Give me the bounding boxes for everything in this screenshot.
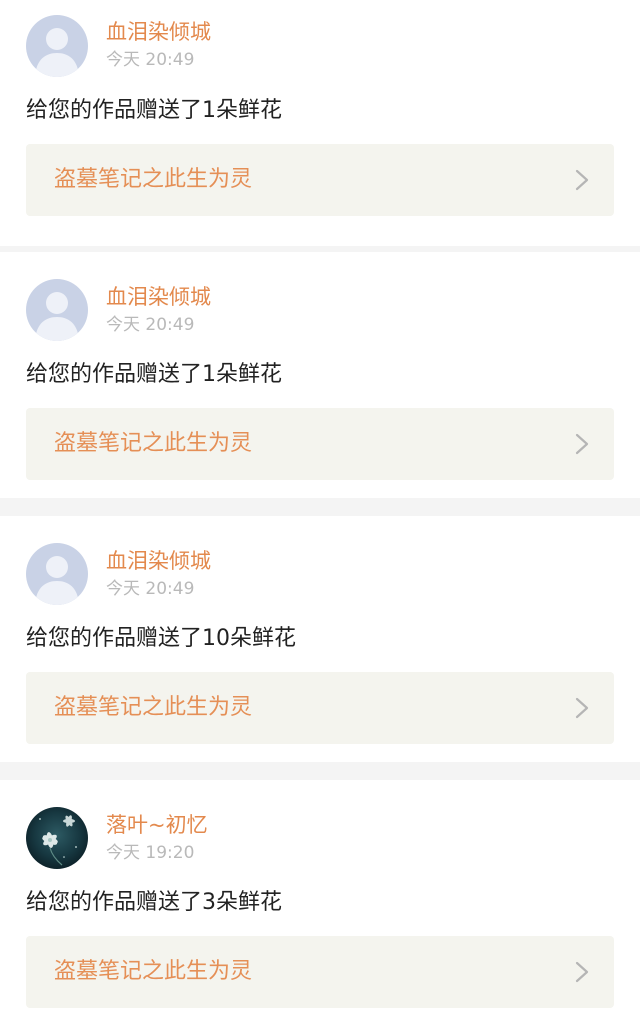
work-link[interactable]: 盗墓笔记之此生为灵 [26,672,614,744]
notification-feed: 血泪染倾城 今天 20:49 给您的作品赠送了1朵鲜花 盗墓笔记之此生为灵 血泪… [0,0,640,1014]
chevron-right-icon [574,169,590,191]
default-avatar-icon [26,15,88,77]
timestamp: 今天 20:49 [106,315,195,335]
timestamp: 今天 20:49 [106,50,195,70]
username[interactable]: 血泪染倾城 [106,18,211,46]
gift-message: 给您的作品赠送了1朵鲜花 [26,362,282,387]
work-title: 盗墓笔记之此生为灵 [54,431,253,456]
notification-card: 血泪染倾城 今天 20:49 给您的作品赠送了10朵鲜花 盗墓笔记之此生为灵 [0,516,640,762]
username[interactable]: 落叶~初忆 [106,811,208,839]
work-link[interactable]: 盗墓笔记之此生为灵 [26,936,614,1008]
chevron-right-icon [574,433,590,455]
work-link[interactable]: 盗墓笔记之此生为灵 [26,144,614,216]
username[interactable]: 血泪染倾城 [106,283,211,311]
work-link[interactable]: 盗墓笔记之此生为灵 [26,408,614,480]
avatar[interactable] [26,543,88,605]
work-title: 盗墓笔记之此生为灵 [54,167,253,192]
avatar[interactable] [26,15,88,77]
notification-card: 落叶~初忆 今天 19:20 给您的作品赠送了3朵鲜花 盗墓笔记之此生为灵 [0,780,640,1014]
work-title: 盗墓笔记之此生为灵 [54,695,253,720]
default-avatar-icon [26,543,88,605]
default-avatar-icon [26,279,88,341]
notification-card: 血泪染倾城 今天 20:49 给您的作品赠送了1朵鲜花 盗墓笔记之此生为灵 [0,0,640,246]
avatar[interactable] [26,279,88,341]
flower-avatar-image [26,807,88,869]
gift-message: 给您的作品赠送了10朵鲜花 [26,626,296,651]
timestamp: 今天 20:49 [106,579,195,599]
chevron-right-icon [574,697,590,719]
gift-message: 给您的作品赠送了1朵鲜花 [26,98,282,123]
avatar[interactable] [26,807,88,869]
timestamp: 今天 19:20 [106,843,195,863]
username[interactable]: 血泪染倾城 [106,547,211,575]
notification-card: 血泪染倾城 今天 20:49 给您的作品赠送了1朵鲜花 盗墓笔记之此生为灵 [0,252,640,498]
gift-message: 给您的作品赠送了3朵鲜花 [26,890,282,915]
chevron-right-icon [574,961,590,983]
work-title: 盗墓笔记之此生为灵 [54,959,253,984]
